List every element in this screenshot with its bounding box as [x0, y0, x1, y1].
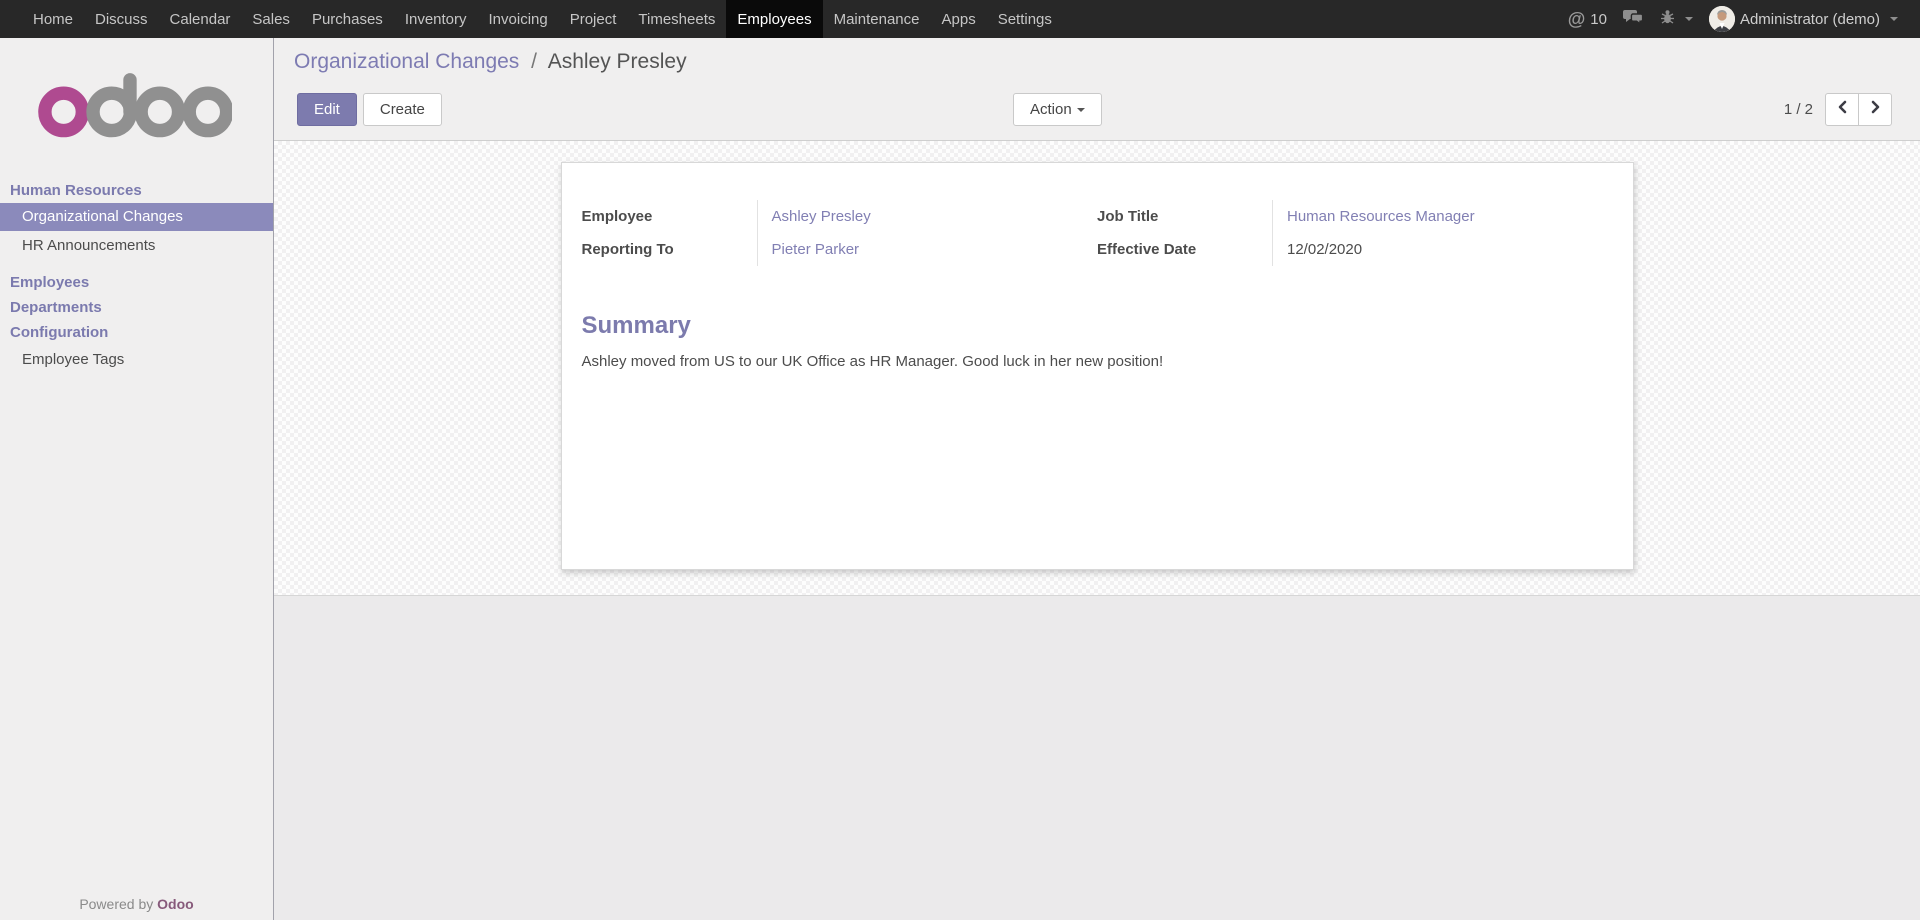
breadcrumb: Organizational Changes / Ashley Presley — [294, 50, 1920, 74]
create-button[interactable]: Create — [363, 93, 442, 126]
chevron-left-icon — [1837, 100, 1848, 119]
employee-field-label: Employee — [582, 200, 757, 233]
sidebar-section-employees[interactable]: Employees — [0, 270, 273, 295]
form-sheet: Employee Ashley Presley Reporting To Pie… — [561, 162, 1634, 570]
breadcrumb-separator: / — [525, 50, 543, 73]
edit-button[interactable]: Edit — [297, 93, 357, 126]
field-group-right: Job Title Human Resources Manager Effect… — [1097, 200, 1613, 266]
menu-invoicing[interactable]: Invoicing — [478, 0, 559, 38]
field-group-left: Employee Ashley Presley Reporting To Pie… — [582, 200, 1098, 266]
bug-icon — [1660, 9, 1675, 29]
activities-at-icon: @ — [1568, 9, 1586, 30]
effective-date-field-label: Effective Date — [1097, 233, 1272, 266]
content-area: Organizational Changes / Ashley Presley … — [274, 38, 1920, 920]
record-pager: 1 / 2 — [1784, 93, 1892, 126]
field-groups: Employee Ashley Presley Reporting To Pie… — [582, 200, 1613, 266]
menu-home[interactable]: Home — [22, 0, 84, 38]
action-label: Action — [1030, 101, 1072, 118]
menu-inventory[interactable]: Inventory — [394, 0, 478, 38]
user-menu[interactable]: Administrator (demo) — [1709, 6, 1898, 32]
chevron-down-icon — [1077, 108, 1085, 116]
messages-button[interactable] — [1623, 9, 1644, 29]
powered-by-text: Powered by — [79, 896, 153, 912]
sidebar-item-organizational-changes[interactable]: Organizational Changes — [0, 203, 273, 231]
menu-apps[interactable]: Apps — [931, 0, 987, 38]
reporting-to-field-value[interactable]: Pieter Parker — [757, 233, 1098, 266]
sidebar-spacer — [0, 260, 273, 270]
sidebar-section-human-resources: Human Resources — [0, 178, 273, 203]
job-title-field-value[interactable]: Human Resources Manager — [1272, 200, 1613, 233]
form-buttons: Edit Create — [297, 93, 442, 126]
pager-counter: 1 / 2 — [1784, 101, 1813, 118]
topbar-menus: Home Discuss Calendar Sales Purchases In… — [0, 0, 1063, 38]
main-layout: Human Resources Organizational Changes H… — [0, 38, 1920, 920]
content-footer-area — [274, 596, 1920, 920]
pager-previous-button[interactable] — [1825, 93, 1859, 126]
sidebar-item-hr-announcements[interactable]: HR Announcements — [0, 231, 273, 260]
user-name: Administrator (demo) — [1740, 11, 1880, 28]
menu-settings[interactable]: Settings — [987, 0, 1063, 38]
summary-section-body: Ashley moved from US to our UK Office as… — [582, 353, 1613, 370]
menu-calendar[interactable]: Calendar — [159, 0, 242, 38]
employee-field-value[interactable]: Ashley Presley — [757, 200, 1098, 233]
menu-sales[interactable]: Sales — [241, 0, 301, 38]
sidebar-section-configuration[interactable]: Configuration — [0, 320, 273, 345]
breadcrumb-parent-link[interactable]: Organizational Changes — [294, 50, 519, 73]
sidebar: Human Resources Organizational Changes H… — [0, 38, 274, 920]
form-view-background: Employee Ashley Presley Reporting To Pie… — [274, 141, 1920, 596]
menu-project[interactable]: Project — [559, 0, 628, 38]
sidebar-section-departments[interactable]: Departments — [0, 295, 273, 320]
activities-button[interactable]: @ 10 — [1568, 9, 1607, 30]
menu-timesheets[interactable]: Timesheets — [627, 0, 726, 38]
odoo-logo — [36, 67, 273, 144]
summary-section-title: Summary — [582, 312, 1613, 340]
pager-next-button[interactable] — [1858, 93, 1892, 126]
job-title-field-label: Job Title — [1097, 200, 1272, 233]
action-dropdown-button[interactable]: Action — [1013, 93, 1102, 126]
chat-bubbles-icon — [1623, 9, 1644, 29]
activities-count: 10 — [1590, 11, 1607, 28]
effective-date-field-value: 12/02/2020 — [1272, 233, 1613, 266]
debug-menu-button[interactable] — [1660, 9, 1693, 29]
action-dropdown-wrap: Action — [1013, 93, 1102, 126]
chevron-down-icon — [1685, 17, 1693, 25]
avatar — [1709, 6, 1735, 32]
top-navigation-bar: Home Discuss Calendar Sales Purchases In… — [0, 0, 1920, 38]
menu-discuss[interactable]: Discuss — [84, 0, 159, 38]
chevron-right-icon — [1870, 100, 1881, 119]
sidebar-menu: Human Resources Organizational Changes H… — [0, 178, 273, 374]
topbar-right-tools: @ 10 — [1568, 0, 1920, 38]
menu-maintenance[interactable]: Maintenance — [823, 0, 931, 38]
breadcrumb-current: Ashley Presley — [548, 50, 687, 73]
menu-employees[interactable]: Employees — [726, 0, 822, 38]
powered-by-footer: Powered by Odoo — [0, 896, 273, 912]
control-panel: Organizational Changes / Ashley Presley … — [274, 38, 1920, 141]
menu-purchases[interactable]: Purchases — [301, 0, 394, 38]
sidebar-item-employee-tags[interactable]: Employee Tags — [0, 345, 273, 374]
reporting-to-field-label: Reporting To — [582, 233, 757, 266]
chevron-down-icon — [1890, 17, 1898, 25]
odoo-brand-link[interactable]: Odoo — [157, 896, 194, 912]
